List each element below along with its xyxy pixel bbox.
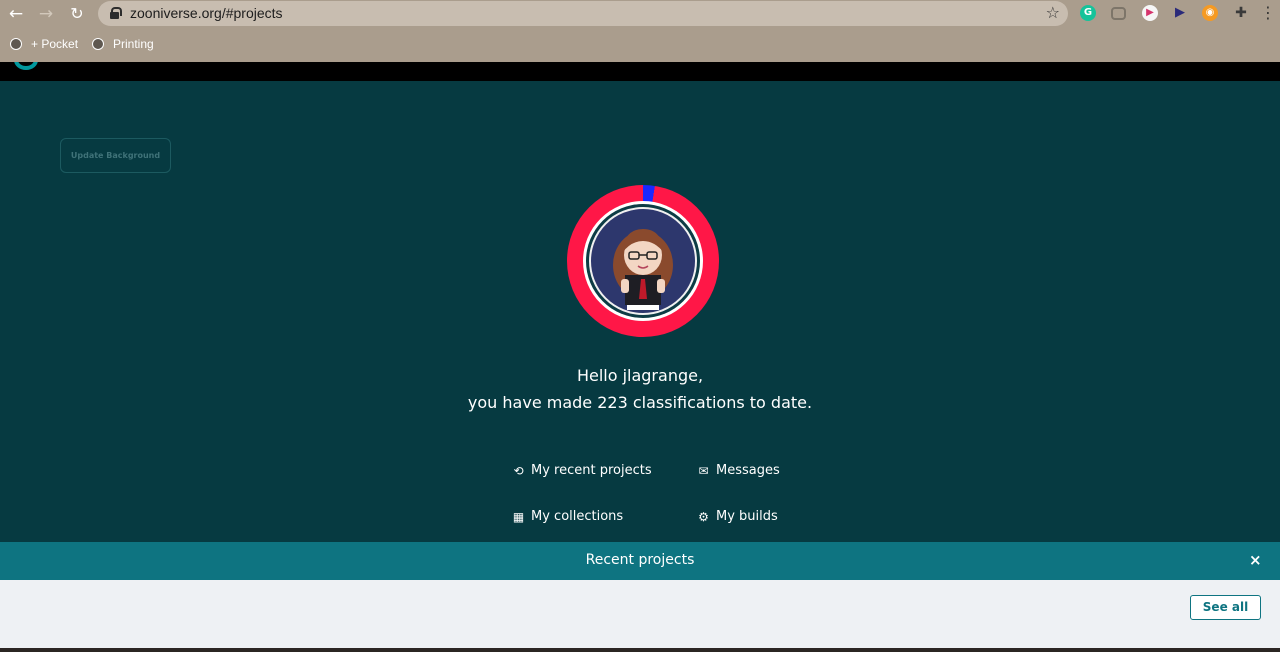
zooniverse-logo-icon[interactable] bbox=[14, 62, 38, 70]
link-label: Messages bbox=[716, 463, 780, 478]
gear-icon: ⚙ bbox=[698, 509, 709, 524]
classification-ring bbox=[567, 185, 719, 337]
back-arrow-icon[interactable]: ← bbox=[5, 3, 27, 25]
bookmarks-bar: + Pocket Printing bbox=[0, 34, 1280, 56]
see-all-button[interactable]: See all bbox=[1190, 595, 1261, 620]
forward-arrow-icon[interactable]: → bbox=[35, 3, 57, 25]
browser-chrome: ← → ↻ zooniverse.org/#projects ☆ G ▶ ▶ ◉… bbox=[0, 0, 1280, 62]
greeting-line: Hello jlagrange, bbox=[576, 366, 704, 385]
my-collections-link[interactable]: ▦ My collections bbox=[512, 509, 623, 524]
puzzle-icon[interactable]: ✚ bbox=[1233, 5, 1249, 21]
link-label: My builds bbox=[716, 509, 778, 524]
url-text: zooniverse.org/#projects bbox=[130, 5, 283, 21]
avatar-character-icon bbox=[613, 229, 673, 310]
grammarly-icon[interactable]: G bbox=[1080, 5, 1096, 21]
address-bar[interactable]: zooniverse.org/#projects ☆ bbox=[98, 1, 1068, 26]
star-icon[interactable]: ☆ bbox=[1046, 3, 1060, 22]
avatar bbox=[586, 204, 700, 318]
bookmark-pocket[interactable]: + Pocket bbox=[31, 37, 78, 51]
recent-projects-body: See all bbox=[0, 580, 1280, 648]
extension-icon[interactable]: ◉ bbox=[1202, 5, 1218, 21]
lock-icon bbox=[110, 7, 122, 19]
site-nav bbox=[0, 62, 1280, 81]
avatar-frame bbox=[583, 201, 703, 321]
page-bottom-edge bbox=[0, 648, 1280, 652]
extension-icon[interactable]: ▶ bbox=[1142, 5, 1158, 21]
messages-link[interactable]: ✉ Messages bbox=[697, 463, 780, 478]
link-label: My recent projects bbox=[531, 463, 652, 478]
reload-icon[interactable]: ↻ bbox=[66, 3, 88, 25]
my-recent-projects-link[interactable]: ⟲ My recent projects bbox=[512, 463, 652, 478]
globe-icon bbox=[92, 38, 104, 50]
avatar-image bbox=[589, 207, 697, 315]
globe-icon bbox=[10, 38, 22, 50]
envelope-icon: ✉ bbox=[698, 463, 709, 478]
close-icon[interactable]: × bbox=[1249, 551, 1262, 569]
bookmark-printing[interactable]: Printing bbox=[113, 37, 154, 51]
browser-toolbar: ← → ↻ zooniverse.org/#projects ☆ G ▶ ▶ ◉… bbox=[0, 0, 1280, 28]
link-label: My collections bbox=[531, 509, 624, 524]
pocket-icon[interactable] bbox=[1111, 7, 1126, 20]
history-icon: ⟲ bbox=[513, 463, 524, 478]
extension-icon[interactable]: ▶ bbox=[1172, 5, 1188, 21]
update-background-button[interactable]: Update Background bbox=[60, 138, 171, 173]
recent-projects-title: Recent projects bbox=[585, 552, 695, 568]
grid-icon: ▦ bbox=[512, 509, 525, 524]
classification-count-text: you have made 223 classifications to dat… bbox=[467, 393, 813, 412]
menu-icon[interactable]: ⋮ bbox=[1260, 3, 1276, 22]
my-builds-link[interactable]: ⚙ My builds bbox=[697, 509, 778, 524]
recent-projects-header: Recent projects × bbox=[0, 542, 1280, 580]
